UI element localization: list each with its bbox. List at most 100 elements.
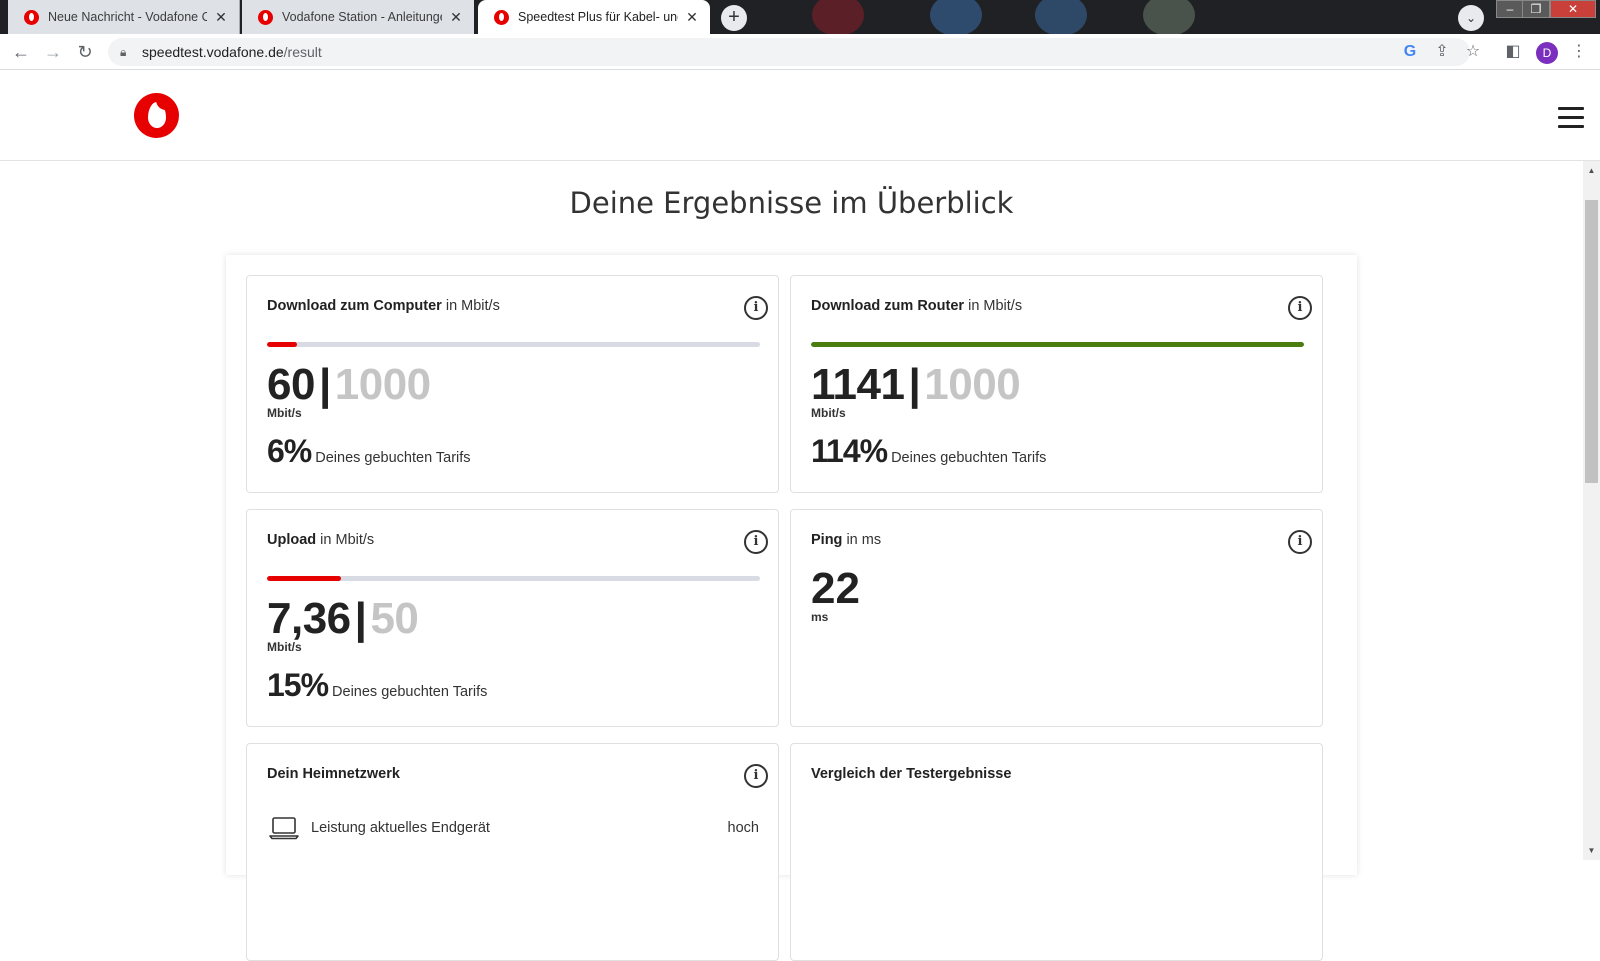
info-icon[interactable]: i [744,530,768,554]
tariff-speed: 50 [370,594,419,643]
info-icon[interactable]: i [744,296,768,320]
card-title: Download zum Computer in Mbit/s [267,298,500,314]
progress-bar-fill [811,342,1304,347]
card-title: Dein Heimnetzwerk [267,766,400,782]
device-performance-row: Leistung aktuelles Endgerät hoch [269,814,759,844]
card-title-unit: in Mbit/s [445,298,500,314]
speed-value: 60|1000 [267,360,431,410]
more-menu-icon[interactable]: ⋮ [1567,40,1591,64]
measured-speed: 1141 [811,360,905,409]
new-tab-button[interactable]: + [721,5,747,31]
progress-bar [267,576,760,581]
scroll-down-arrow-icon[interactable]: ▼ [1583,843,1600,859]
tab-label: Neue Nachricht - Vodafone Com [48,10,207,24]
bookmark-star-icon[interactable]: ☆ [1461,40,1485,64]
card-title: Ping in ms [811,532,881,548]
card-title: Download zum Router in Mbit/s [811,298,1022,314]
speed-unit: Mbit/s [267,406,302,420]
card-title-text: Ping [811,532,843,548]
card-title-text: Dein Heimnetzwerk [267,766,400,782]
card-title-text: Download zum Router [811,298,965,314]
ping-card: Ping in ms i 22 ms [790,509,1323,727]
vodafone-favicon-icon [494,9,509,25]
separator: | [354,594,367,643]
tab-label: Speedtest Plus für Kabel- und DSL [518,10,678,24]
progress-bar [267,342,760,347]
lock-icon: 🔒︎ [120,45,127,59]
restore-window-icon[interactable]: ❐ [1522,0,1550,18]
browser-tab[interactable]: Vodafone Station - Anleitungen & ✕ [242,0,474,34]
download-router-card: Download zum Router in Mbit/s i 1141|100… [790,275,1323,493]
browser-tab[interactable]: Neue Nachricht - Vodafone Com ✕ [8,0,240,34]
percent-value: 15% [267,667,329,703]
measured-speed: 7,36 [267,594,351,643]
measured-speed: 60 [267,360,315,409]
minimize-window-icon[interactable]: – [1496,0,1524,18]
close-tab-icon[interactable]: ✕ [448,9,464,26]
background-decoration [930,0,982,34]
card-title-text: Download zum Computer [267,298,442,314]
ping-value: 22 [811,564,860,613]
device-performance-label: Leistung aktuelles Endgerät [311,820,490,836]
tariff-percentage: 15% Deines gebuchten Tarifs [267,667,487,704]
url-path: /result [283,44,322,60]
close-window-icon[interactable]: ✕ [1550,0,1596,18]
card-title-unit: in Mbit/s [320,532,375,548]
speed-value: 1141|1000 [811,360,1021,410]
profile-avatar[interactable]: D [1536,42,1558,64]
progress-bar-fill [267,342,297,347]
card-title-text: Vergleich der Testergebnisse [811,766,1012,782]
forward-arrow-icon[interactable]: → [41,40,65,64]
background-decoration [1143,0,1195,34]
card-title: Vergleich der Testergebnisse [811,766,1011,782]
percent-text: Deines gebuchten Tarifs [891,450,1047,466]
upload-card: Upload in Mbit/s i 7,36|50 Mbit/s 15% Dei… [246,509,779,727]
close-tab-icon[interactable]: ✕ [684,9,700,26]
laptop-icon [269,817,299,840]
card-title-unit: in Mbit/s [968,298,1023,314]
percent-value: 6% [267,433,312,469]
reload-icon[interactable]: ↻ [73,40,97,64]
vodafone-logo[interactable] [134,93,179,138]
percent-text: Deines gebuchten Tarifs [315,450,471,466]
hamburger-menu-icon[interactable] [1558,107,1584,134]
tariff-percentage: 114% Deines gebuchten Tarifs [811,433,1046,470]
download-computer-card: Download zum Computer in Mbit/s i 60|100… [246,275,779,493]
url-host: speedtest.vodafone.de [142,44,284,60]
scroll-up-arrow-icon[interactable]: ▲ [1583,163,1600,179]
tariff-percentage: 6% Deines gebuchten Tarifs [267,433,471,470]
scrollbar-thumb[interactable] [1585,200,1598,483]
percent-value: 114% [811,433,888,469]
vodafone-favicon-icon [24,9,39,25]
url-bar[interactable]: 🔒︎ speedtest.vodafone.de/result G ⇪ ☆ [108,38,1480,66]
side-panel-icon[interactable]: ◧ [1501,40,1525,64]
tariff-speed: 1000 [334,360,431,409]
progress-bar-fill [267,576,341,581]
share-icon[interactable]: ⇪ [1430,40,1454,64]
close-tab-icon[interactable]: ✕ [213,9,229,26]
home-network-card: Dein Heimnetzwerk i Leistung aktuelles E… [246,743,779,961]
vodafone-favicon-icon [258,9,273,25]
info-icon[interactable]: i [744,764,768,788]
ping-unit: ms [811,610,829,624]
browser-tab-active[interactable]: Speedtest Plus für Kabel- und DSL ✕ [478,0,710,34]
google-translate-icon[interactable]: G [1398,40,1422,64]
info-icon[interactable]: i [1288,296,1312,320]
speed-unit: Mbit/s [811,406,846,420]
page-title: Deine Ergebnisse im Überblick [569,186,1014,220]
progress-bar [811,342,1304,347]
site-header [0,71,1600,161]
percent-text: Deines gebuchten Tarifs [332,684,488,700]
tab-search-chevron-icon[interactable]: ⌄ [1458,5,1484,31]
speed-value: 7,36|50 [267,594,419,644]
tariff-speed: 1000 [924,360,1021,409]
tab-label: Vodafone Station - Anleitungen & [282,10,442,24]
background-decoration [1035,0,1087,34]
browser-tab-strip: Neue Nachricht - Vodafone Com ✕ Vodafone… [0,0,1600,34]
back-arrow-icon[interactable]: ← [9,40,33,64]
card-title-text: Upload [267,532,317,548]
info-icon[interactable]: i [1288,530,1312,554]
results-panel: Download zum Computer in Mbit/s i 60|100… [226,255,1357,961]
comparison-card: Vergleich der Testergebnisse [790,743,1323,961]
background-decoration [812,0,864,34]
